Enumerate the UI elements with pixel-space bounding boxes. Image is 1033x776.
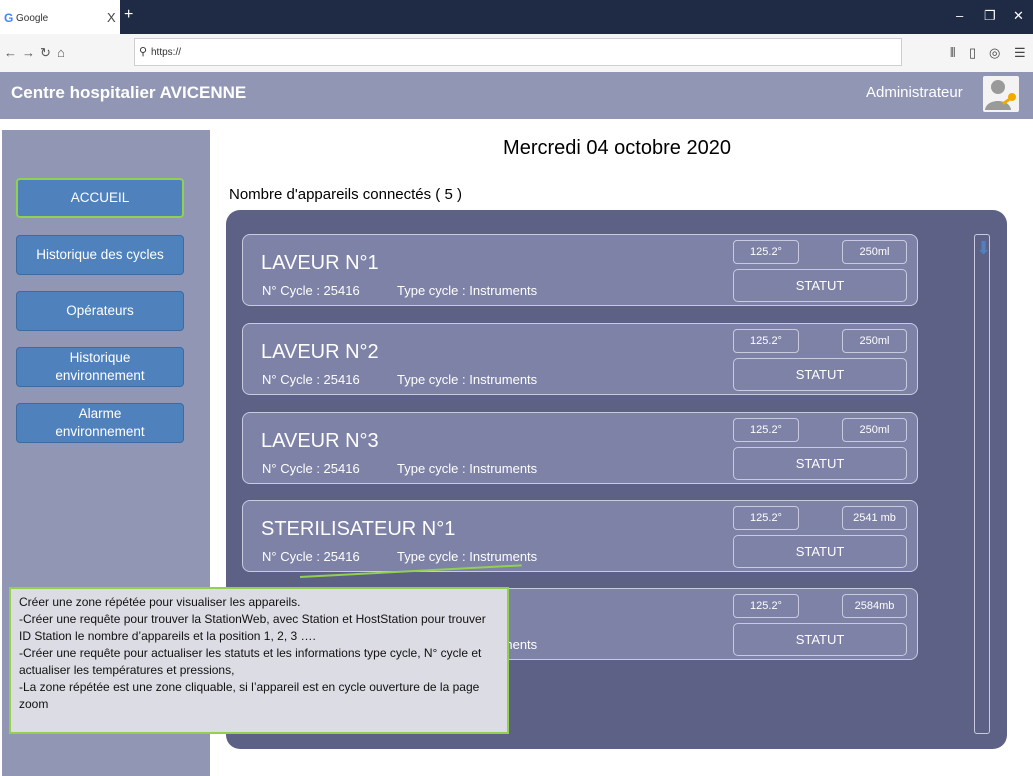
device-cycle-number: N° Cycle : 25416 (262, 549, 360, 564)
device-card[interactable]: STERILISATEUR N°1 N° Cycle : 25416 Type … (242, 500, 918, 572)
device-name: STERILISATEUR N°1 (261, 518, 456, 540)
device-cycle-number: N° Cycle : 25416 (262, 372, 360, 387)
browser-tab-bar: G Google X + – ❐ ✕ (0, 0, 1033, 34)
device-cycle-number: N° Cycle : 25416 (262, 283, 360, 298)
device-card[interactable]: LAVEUR N°3 N° Cycle : 25416 Type cycle :… (242, 412, 918, 484)
device-name: LAVEUR N°1 (261, 252, 379, 274)
device-pressure: 250ml (842, 240, 907, 264)
nav-accueil-button[interactable]: ACCUEIL (16, 178, 184, 218)
nav-label: Opérateurs (66, 302, 134, 318)
current-date: Mercredi 04 octobre 2020 (503, 137, 731, 159)
nav-historique-environnement-button[interactable]: Historique environnement (16, 347, 184, 387)
close-window-icon[interactable]: ✕ (1013, 8, 1024, 24)
devices-scrollbar[interactable] (974, 234, 990, 734)
url-input[interactable]: ⚲ https:// (134, 38, 902, 66)
nav-operateurs-button[interactable]: Opérateurs (16, 291, 184, 331)
nav-label: Alarme environnement (55, 405, 145, 439)
device-cycle-type: Type cycle : Instruments (397, 461, 538, 476)
device-cycle-type: Type cycle : Instruments (397, 283, 538, 298)
browser-toolbar: ← → ↻ ⌂ ⚲ https:// ⫴ ▯ ◎ ☰ (0, 34, 1033, 73)
device-name: LAVEUR N°2 (261, 341, 379, 363)
url-text: https:// (151, 47, 182, 58)
forward-icon[interactable]: → (22, 45, 35, 60)
user-role-label: Administrateur (866, 84, 963, 101)
browser-tab[interactable]: G Google X (0, 0, 120, 34)
device-temperature: 125.2° (733, 418, 799, 442)
device-pressure: 250ml (842, 329, 907, 353)
minimize-icon[interactable]: – (956, 8, 963, 23)
device-card[interactable]: LAVEUR N°1 N° Cycle : 25416 Type cycle :… (242, 234, 918, 306)
close-tab-icon[interactable]: X (107, 10, 116, 25)
nav-label: Historique environnement (55, 349, 145, 383)
nav-label: Historique des cycles (36, 246, 164, 262)
device-temperature: 125.2° (733, 594, 799, 618)
device-pressure: 2584mb (842, 594, 907, 618)
device-pressure: 2541 mb (842, 506, 907, 530)
home-icon[interactable]: ⌂ (57, 45, 65, 60)
nav-historique-cycles-button[interactable]: Historique des cycles (16, 235, 184, 275)
library-icon[interactable]: ⫴ (950, 45, 955, 61)
back-icon[interactable]: ← (4, 45, 17, 60)
nav-label: ACCUEIL (70, 189, 130, 205)
restore-icon[interactable]: ❐ (984, 8, 996, 24)
google-favicon-icon: G (4, 11, 14, 25)
note-line: -Créer une requête pour actualiser les s… (19, 646, 482, 677)
sidebar-toggle-icon[interactable]: ▯ (969, 45, 976, 61)
device-status-button[interactable]: STATUT (733, 269, 907, 302)
device-temperature: 125.2° (733, 329, 799, 353)
device-status-button[interactable]: STATUT (733, 535, 907, 568)
menu-icon[interactable]: ☰ (1014, 45, 1026, 61)
scroll-down-arrow-icon[interactable]: ⬇ (976, 238, 991, 259)
device-status-button[interactable]: STATUT (733, 447, 907, 480)
nav-alarme-environnement-button[interactable]: Alarme environnement (16, 403, 184, 443)
device-cycle-type: Type cycle : Instruments (397, 372, 538, 387)
note-line: Créer une zone répétée pour visualiser l… (19, 595, 301, 609)
user-avatar-icon[interactable] (983, 76, 1019, 112)
device-count: Nombre d'appareils connectés ( 5 ) (229, 186, 462, 203)
reload-icon[interactable]: ↻ (40, 45, 51, 61)
account-icon[interactable]: ◎ (989, 45, 1000, 61)
device-status-button[interactable]: STATUT (733, 358, 907, 391)
tab-title: Google (16, 13, 49, 24)
lock-icon: ⚲ (139, 46, 148, 58)
device-temperature: 125.2° (733, 240, 799, 264)
device-card[interactable]: LAVEUR N°2 N° Cycle : 25416 Type cycle :… (242, 323, 918, 395)
device-name: LAVEUR N°3 (261, 430, 379, 452)
device-temperature: 125.2° (733, 506, 799, 530)
new-tab-icon[interactable]: + (124, 6, 133, 24)
device-cycle-number: N° Cycle : 25416 (262, 461, 360, 476)
device-status-button[interactable]: STATUT (733, 623, 907, 656)
note-line: -Créer une requête pour trouver la Stati… (19, 612, 486, 643)
app-title: Centre hospitalier AVICENNE (11, 83, 247, 102)
device-pressure: 250ml (842, 418, 907, 442)
annotation-note: Créer une zone répétée pour visualiser l… (9, 587, 509, 734)
device-cycle-type: Type cycle : Instruments (397, 549, 538, 564)
app-header: Centre hospitalier AVICENNE Administrate… (0, 72, 1033, 119)
note-line: -La zone répétée est une zone cliquable,… (19, 680, 480, 711)
